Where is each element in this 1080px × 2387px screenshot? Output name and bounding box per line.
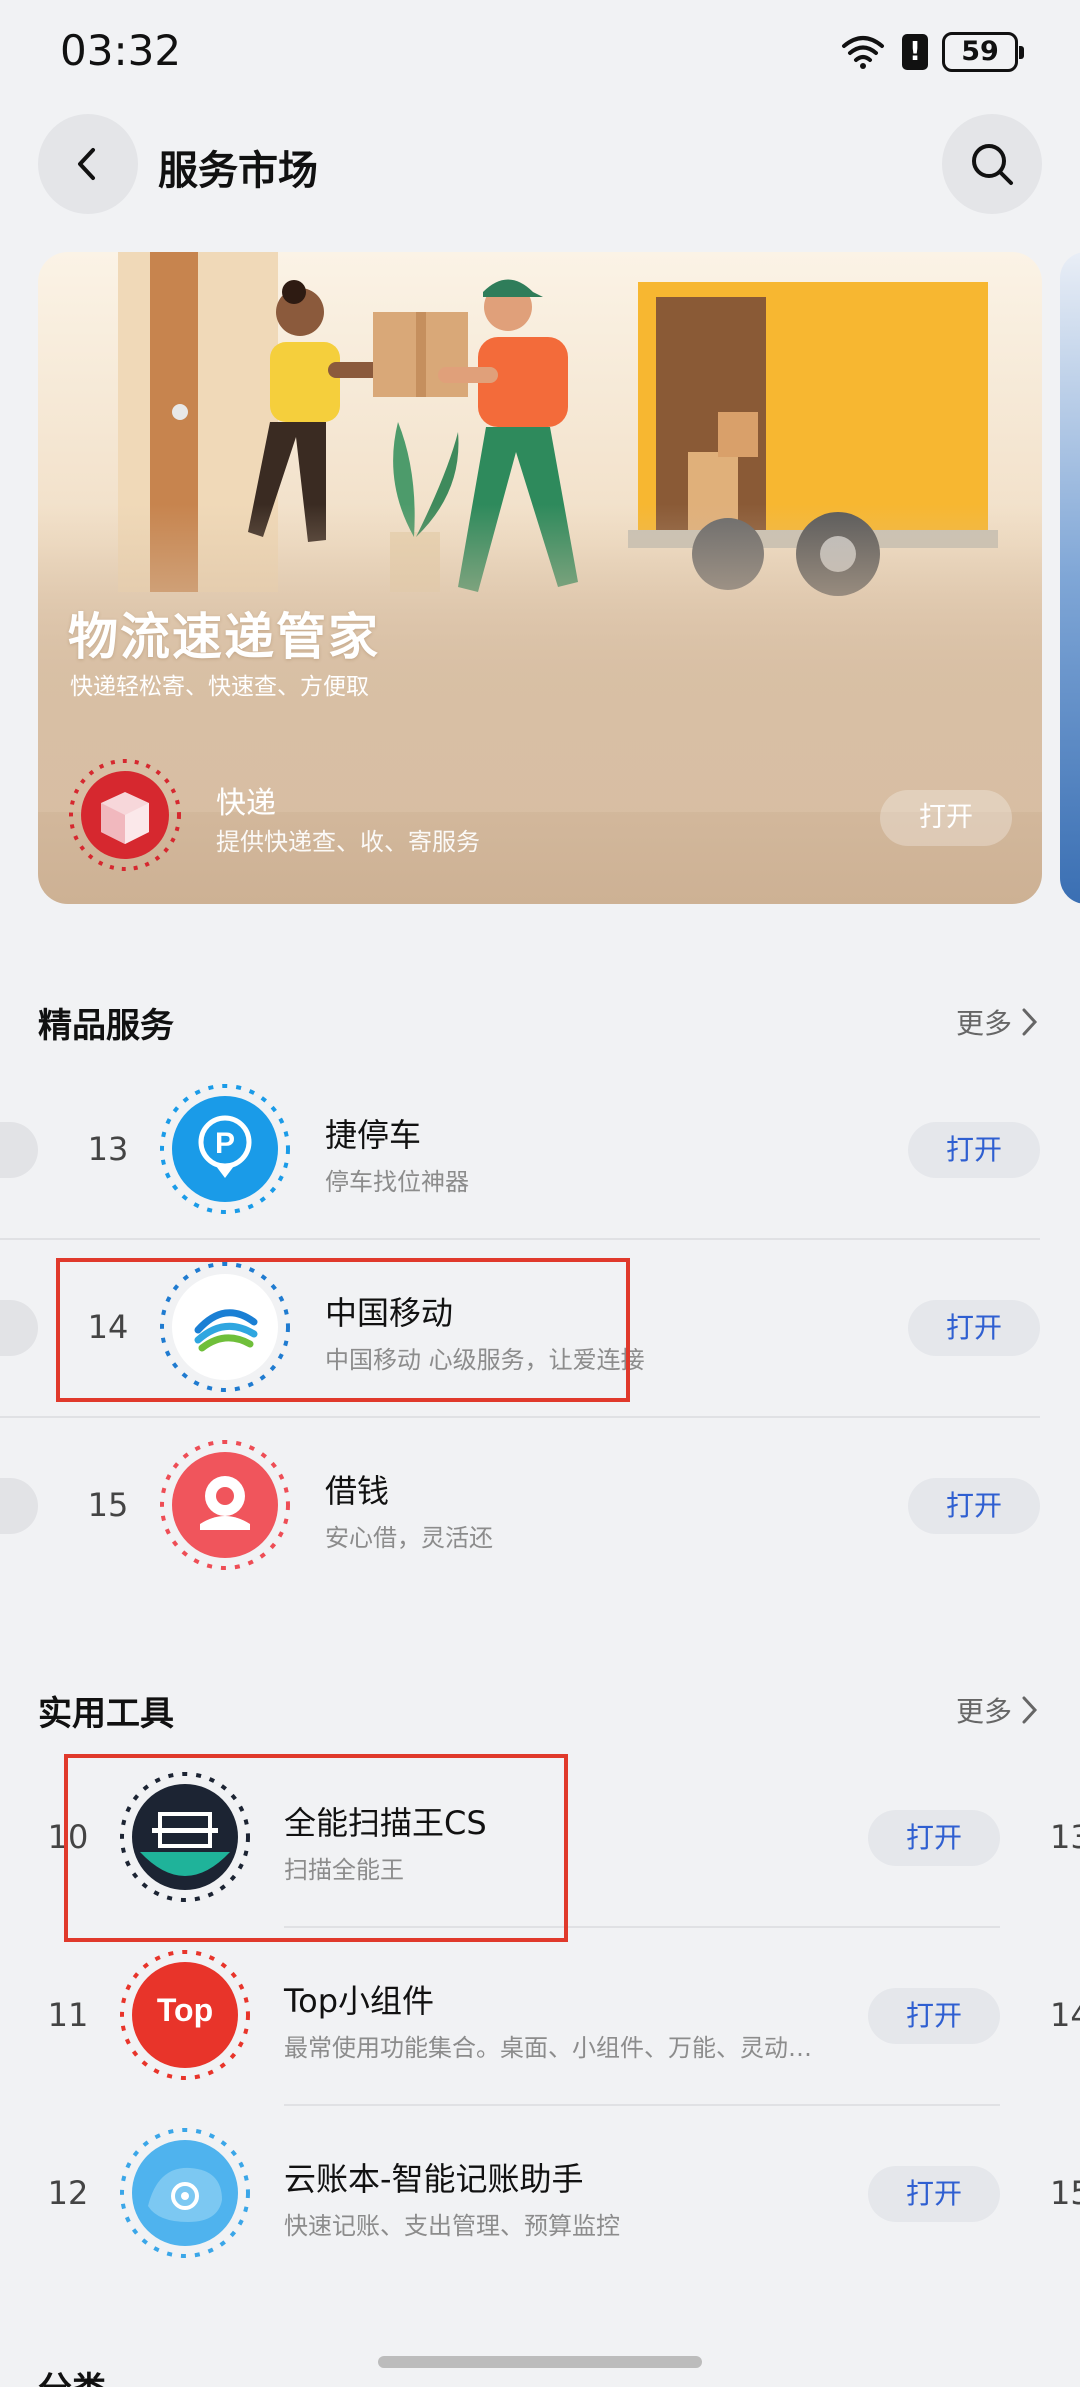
parking-icon: P bbox=[160, 1084, 290, 1214]
featured-section-title: 精品服务 bbox=[38, 1006, 174, 1046]
back-arrow-icon bbox=[78, 148, 95, 180]
highlight-box bbox=[56, 1258, 630, 1402]
open-button[interactable]: 打开 bbox=[908, 1300, 1040, 1356]
express-package-icon bbox=[69, 759, 181, 871]
highlight-box bbox=[64, 1754, 568, 1942]
featured-more-link[interactable]: 更多 bbox=[956, 1002, 1040, 1042]
service-market-page: 03:32 ! 59 服务市场 物流速递管家 快递轻松寄、快速查、方便取 快递 … bbox=[0, 0, 1080, 2387]
next-banner-peek[interactable] bbox=[1060, 252, 1080, 904]
app-desc: 安心借，灵活还 bbox=[325, 1524, 493, 1552]
top-widget-icon-label: Top bbox=[156, 1992, 214, 2028]
open-button[interactable]: 打开 bbox=[868, 2166, 1000, 2222]
rank-number: 11 bbox=[47, 1996, 89, 2034]
rank-number: 12 bbox=[47, 2174, 89, 2212]
loan-icon bbox=[160, 1440, 290, 1570]
tools-more-link[interactable]: 更多 bbox=[956, 1690, 1040, 1730]
rank-number: 15 bbox=[87, 1486, 129, 1524]
tools-section-title: 实用工具 bbox=[38, 1694, 174, 1734]
app-name: Top小组件 bbox=[284, 1982, 435, 2020]
app-desc: 停车找位神器 bbox=[325, 1168, 469, 1196]
app-desc: 最常使用功能集合。桌面、小组件、万能、灵动… bbox=[284, 2034, 812, 2062]
open-button[interactable]: 打开 bbox=[908, 1478, 1040, 1534]
search-button[interactable] bbox=[942, 114, 1042, 214]
banner-title: 物流速递管家 bbox=[68, 608, 380, 666]
open-button[interactable]: 打开 bbox=[908, 1122, 1040, 1178]
banner-app-row[interactable]: 快递 提供快递查、收、寄服务 打开 bbox=[38, 752, 1042, 902]
ledger-icon bbox=[120, 2128, 250, 2258]
banner-app-desc: 提供快递查、收、寄服务 bbox=[216, 828, 480, 856]
search-icon bbox=[972, 144, 1013, 185]
battery-icon: 59 bbox=[942, 32, 1024, 72]
open-button[interactable]: 打开 bbox=[868, 1988, 1000, 2044]
home-indicator[interactable] bbox=[378, 2356, 702, 2368]
svg-text:P: P bbox=[215, 1127, 235, 1160]
back-button[interactable] bbox=[38, 114, 138, 214]
wifi-icon bbox=[838, 30, 888, 74]
next-column-rank: 13 bbox=[1050, 1818, 1080, 1856]
alert-icon: ! bbox=[902, 34, 928, 70]
banner-subtitle: 快递轻松寄、快速查、方便取 bbox=[70, 674, 369, 700]
top-widget-icon: Top bbox=[118, 1948, 252, 2082]
status-bar: 03:32 ! 59 bbox=[0, 0, 1080, 100]
top-app-bar: 服务市场 bbox=[0, 110, 1080, 220]
next-column-rank: 15 bbox=[1050, 2174, 1080, 2212]
list-item[interactable]: 11 Top Top小组件 最常使用功能集合。桌面、小组件、万能、灵动… 打开 bbox=[0, 1928, 1000, 2106]
list-item[interactable]: 15 借钱 安心借，灵活还 打开 bbox=[0, 1418, 1080, 1596]
more-label: 更多 bbox=[955, 1007, 1012, 1040]
app-desc: 快速记账、支出管理、预算监控 bbox=[284, 2212, 620, 2240]
chevron-right-icon bbox=[1022, 1696, 1038, 1724]
status-icons: ! 59 bbox=[838, 30, 1024, 74]
rank-number: 13 bbox=[87, 1130, 129, 1168]
open-button[interactable]: 打开 bbox=[868, 1810, 1000, 1866]
delivery-illustration bbox=[38, 252, 1042, 812]
banner-app-name: 快递 bbox=[216, 786, 276, 821]
next-column-rank: 14 bbox=[1050, 1996, 1080, 2034]
page-title: 服务市场 bbox=[158, 148, 318, 194]
app-name: 捷停车 bbox=[325, 1116, 422, 1154]
app-name: 借钱 bbox=[325, 1472, 390, 1510]
app-name: 云账本-智能记账助手 bbox=[284, 2160, 584, 2198]
list-item[interactable]: 12 云账本-智能记账助手 快速记账、支出管理、预算监控 打开 bbox=[0, 2106, 1000, 2284]
category-section-title: 分类 bbox=[38, 2362, 106, 2387]
more-label: 更多 bbox=[955, 1695, 1012, 1728]
chevron-right-icon bbox=[1022, 1008, 1038, 1036]
logistics-banner[interactable]: 物流速递管家 快递轻松寄、快速查、方便取 快递 提供快递查、收、寄服务 打开 bbox=[38, 252, 1042, 904]
status-time: 03:32 bbox=[60, 26, 182, 75]
banner-open-button[interactable]: 打开 bbox=[880, 790, 1012, 846]
list-item[interactable]: 13 P 捷停车 停车找位神器 打开 bbox=[0, 1062, 1080, 1240]
